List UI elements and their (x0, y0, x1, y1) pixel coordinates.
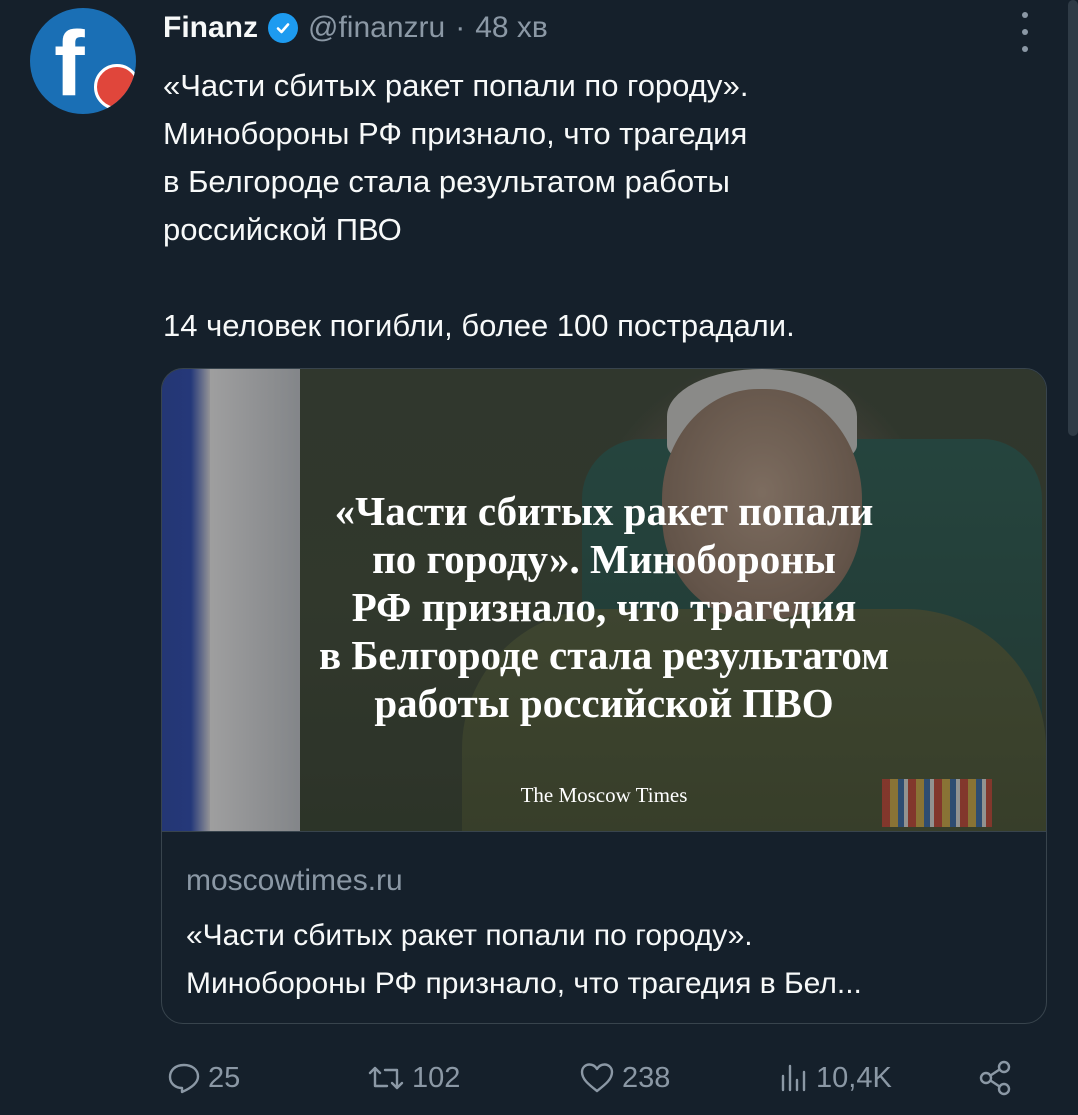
like-count: 238 (622, 1061, 671, 1094)
reply-button[interactable]: 25 (166, 1056, 240, 1100)
tweet-text: «Части сбитых ракет попали по городу». М… (163, 68, 795, 343)
card-title-line: Минобороны РФ признало, что трагедия в Б… (186, 967, 862, 1000)
share-button[interactable] (976, 1056, 1016, 1100)
action-bar: 25 102 238 10,4K (166, 1056, 1026, 1100)
views-chart-icon (781, 1064, 806, 1092)
image-headline: «Части сбитых ракет попали по городу». М… (318, 488, 890, 726)
reply-count: 25 (208, 1061, 241, 1094)
author-avatar[interactable]: f (30, 8, 136, 114)
card-title-line: «Части сбитых ракет попали по городу». (186, 919, 753, 952)
author-handle[interactable]: @finanzru (308, 11, 445, 45)
author-name[interactable]: Finanz (163, 11, 258, 45)
card-meta[interactable]: moscowtimes.ru «Части сбитых ракет попал… (162, 831, 1046, 1023)
reply-icon (168, 1063, 200, 1094)
views-count: 10,4K (816, 1061, 892, 1094)
views-button[interactable]: 10,4K (776, 1056, 892, 1100)
image-brand-logo: The Moscow Times (520, 783, 688, 807)
tweet-header: Finanz @finanzru · 48 хв (163, 8, 548, 48)
like-button[interactable]: 238 (578, 1056, 670, 1100)
verified-badge-icon (268, 13, 298, 43)
share-icon (979, 1060, 1011, 1096)
heart-icon (580, 1063, 614, 1093)
card-image[interactable]: «Части сбитых ракет попали по городу». М… (162, 369, 1046, 831)
avatar-dot (94, 64, 136, 110)
avatar-letter: f (54, 13, 85, 114)
card-domain: moscowtimes.ru (186, 864, 403, 897)
repost-count: 102 (412, 1061, 461, 1094)
card-title: «Части сбитых ракет попали по городу». М… (186, 912, 1026, 1008)
link-card[interactable]: «Части сбитых ракет попали по городу». М… (161, 368, 1047, 1024)
repost-button[interactable]: 102 (366, 1056, 460, 1100)
tweet-timestamp[interactable]: 48 хв (475, 11, 548, 45)
header-separator: · (455, 11, 466, 44)
more-options-icon[interactable] (1010, 12, 1040, 52)
repost-icon (368, 1066, 404, 1090)
scrollbar[interactable] (1068, 0, 1078, 436)
